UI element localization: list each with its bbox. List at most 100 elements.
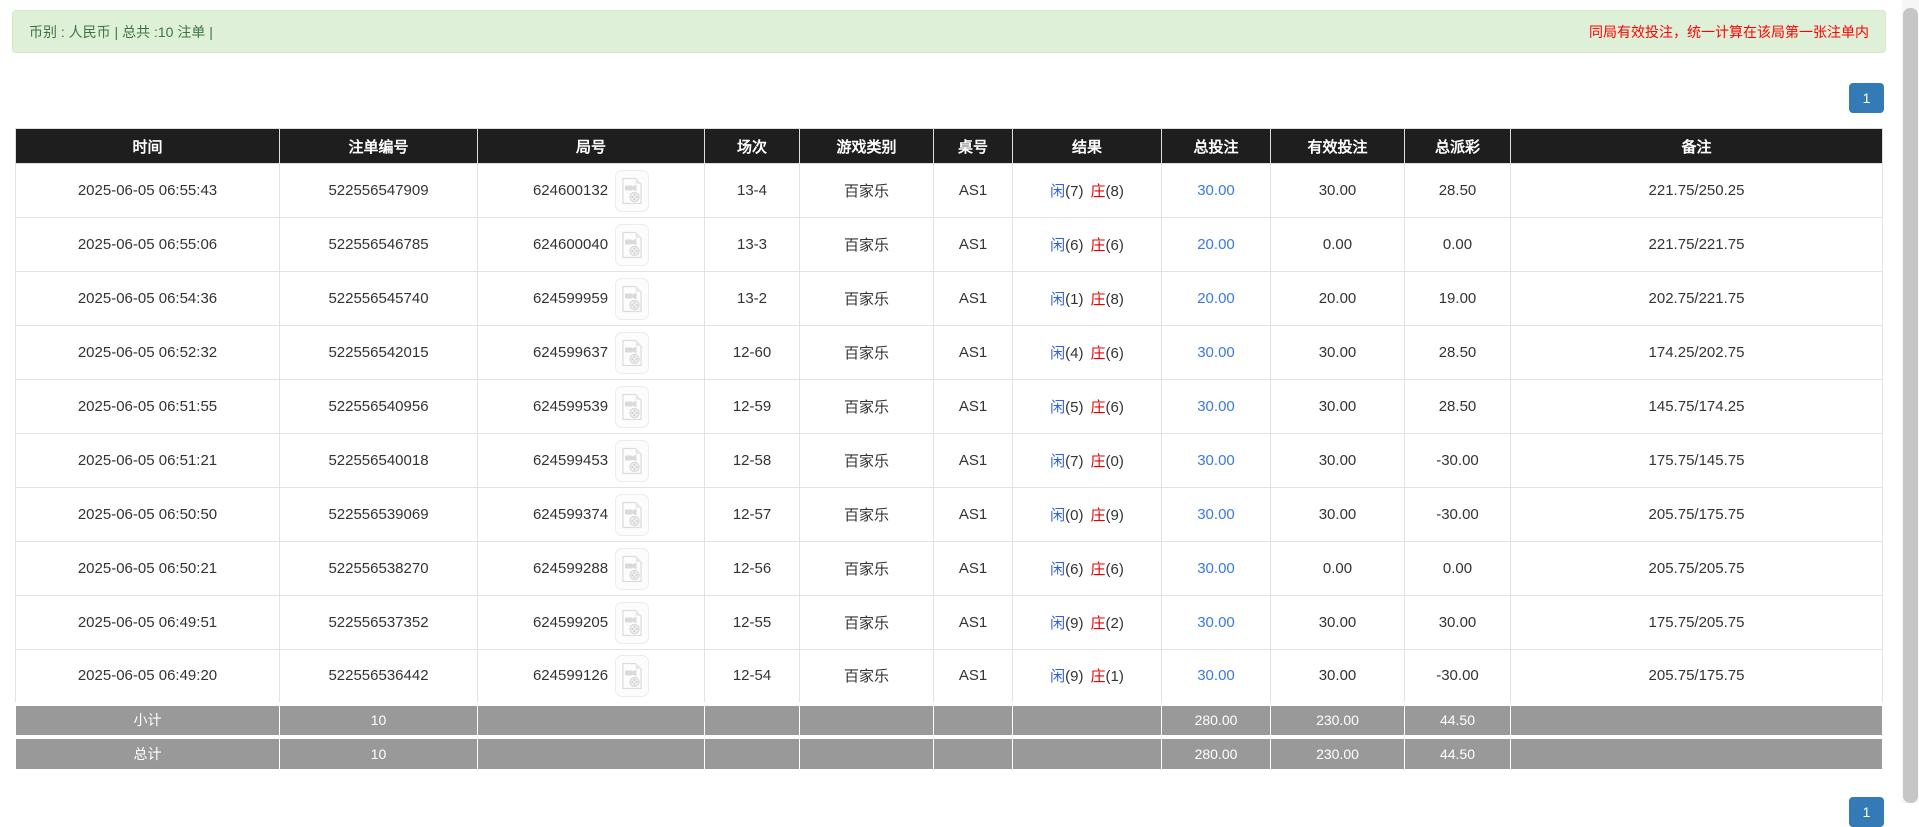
player-points: (6) bbox=[1065, 561, 1084, 578]
banker-points: (0) bbox=[1105, 453, 1124, 470]
cell-table-no: AS1 bbox=[933, 325, 1013, 380]
total-bet-link[interactable]: 30.00 bbox=[1197, 506, 1235, 523]
vertical-scrollbar[interactable] bbox=[1902, 0, 1919, 803]
video-replay-icon bbox=[622, 339, 642, 366]
cell-session: 13-4 bbox=[704, 163, 800, 218]
col-header-payout: 总派彩 bbox=[1404, 128, 1511, 164]
cell-table-no: AS1 bbox=[933, 487, 1013, 542]
cell-time: 2025-06-05 06:55:43 bbox=[15, 163, 280, 218]
video-replay-button[interactable] bbox=[615, 547, 650, 590]
video-replay-button[interactable] bbox=[615, 169, 650, 212]
video-replay-button[interactable] bbox=[615, 601, 650, 644]
video-replay-button[interactable] bbox=[615, 385, 650, 428]
total-bet-link[interactable]: 30.00 bbox=[1197, 560, 1235, 577]
cell-note: 205.75/175.75 bbox=[1510, 487, 1883, 542]
scrollbar-thumb[interactable] bbox=[1903, 8, 1918, 803]
pagination-top: 1 bbox=[15, 83, 1884, 113]
total-bet-link[interactable]: 20.00 bbox=[1197, 290, 1235, 307]
cell-payout: -30.00 bbox=[1404, 433, 1511, 488]
subtotal-valid-bet: 230.00 bbox=[1270, 701, 1405, 737]
cell-total-bet: 30.00 bbox=[1161, 541, 1271, 596]
player-label: 闲 bbox=[1050, 561, 1066, 578]
cell-table-no: AS1 bbox=[933, 649, 1013, 704]
banker-points: (8) bbox=[1105, 291, 1124, 308]
video-replay-button[interactable] bbox=[615, 223, 650, 266]
cell-bet-id: 522556537352 bbox=[279, 595, 478, 650]
subtotal-row: 小计 10 280.00 230.00 44.50 bbox=[15, 701, 1883, 737]
banker-label: 庄 bbox=[1090, 453, 1106, 470]
page-1-button[interactable]: 1 bbox=[1849, 83, 1884, 113]
player-label: 闲 bbox=[1050, 507, 1066, 524]
cell-session: 12-54 bbox=[704, 649, 800, 704]
col-header-round: 局号 bbox=[477, 128, 705, 164]
table-row: 2025-06-05 06:50:21 522556538270 6245992… bbox=[15, 541, 1883, 596]
cell-time: 2025-06-05 06:54:36 bbox=[15, 271, 280, 326]
cell-time: 2025-06-05 06:49:20 bbox=[15, 649, 280, 704]
round-number: 624599126 bbox=[532, 667, 609, 685]
cell-session: 12-60 bbox=[704, 325, 800, 380]
cell-game-type: 百家乐 bbox=[799, 487, 934, 542]
player-label: 闲 bbox=[1050, 399, 1066, 416]
table-header: 时间 注单编号 局号 场次 游戏类别 桌号 结果 总投注 有效投注 总派彩 备注 bbox=[15, 128, 1883, 164]
cell-total-bet: 20.00 bbox=[1161, 217, 1271, 272]
table-row: 2025-06-05 06:51:55 522556540956 6245995… bbox=[15, 379, 1883, 434]
cell-time: 2025-06-05 06:55:06 bbox=[15, 217, 280, 272]
cell-valid-bet: 20.00 bbox=[1270, 271, 1405, 326]
cell-total-bet: 30.00 bbox=[1161, 649, 1271, 704]
cell-note: 221.75/221.75 bbox=[1510, 217, 1883, 272]
banker-points: (1) bbox=[1105, 668, 1124, 686]
cell-bet-id: 522556539069 bbox=[279, 487, 478, 542]
cell-time: 2025-06-05 06:50:50 bbox=[15, 487, 280, 542]
cell-bet-id: 522556542015 bbox=[279, 325, 478, 380]
video-replay-button[interactable] bbox=[615, 331, 650, 374]
total-bet-link[interactable]: 30.00 bbox=[1197, 182, 1235, 199]
video-replay-icon bbox=[622, 447, 642, 474]
cell-time: 2025-06-05 06:49:51 bbox=[15, 595, 280, 650]
cell-valid-bet: 30.00 bbox=[1270, 325, 1405, 380]
video-replay-icon bbox=[622, 285, 642, 312]
video-replay-icon bbox=[622, 177, 642, 204]
cell-result: 闲(1) 庄(8) bbox=[1012, 271, 1162, 326]
cell-result: 闲(6) 庄(6) bbox=[1012, 541, 1162, 596]
cell-table-no: AS1 bbox=[933, 379, 1013, 434]
video-replay-icon bbox=[622, 555, 642, 582]
cell-result: 闲(7) 庄(8) bbox=[1012, 163, 1162, 218]
round-number: 624599539 bbox=[532, 398, 609, 415]
subtotal-count: 10 bbox=[279, 701, 478, 737]
player-points: (0) bbox=[1065, 507, 1084, 524]
cell-result: 闲(4) 庄(6) bbox=[1012, 325, 1162, 380]
banker-label: 庄 bbox=[1090, 237, 1106, 254]
video-replay-button[interactable] bbox=[615, 277, 650, 320]
banker-points: (6) bbox=[1105, 237, 1124, 254]
table-row: 2025-06-05 06:50:50 522556539069 6245993… bbox=[15, 487, 1883, 542]
cell-payout: 30.00 bbox=[1404, 595, 1511, 650]
total-bet-link[interactable]: 30.00 bbox=[1197, 614, 1235, 631]
cell-total-bet: 30.00 bbox=[1161, 595, 1271, 650]
table-row: 2025-06-05 06:52:32 522556542015 6245996… bbox=[15, 325, 1883, 380]
subtotal-total-bet: 280.00 bbox=[1161, 701, 1271, 737]
total-bet-link[interactable]: 30.00 bbox=[1197, 398, 1235, 415]
video-replay-button[interactable] bbox=[615, 654, 650, 697]
col-header-valid-bet: 有效投注 bbox=[1270, 128, 1405, 164]
page-1-button-bottom[interactable]: 1 bbox=[1849, 797, 1884, 827]
round-number: 624599205 bbox=[532, 614, 609, 631]
banker-points: (6) bbox=[1105, 561, 1124, 578]
total-payout: 44.50 bbox=[1404, 734, 1511, 770]
cell-note: 205.75/175.75 bbox=[1510, 649, 1883, 704]
cell-note: 202.75/221.75 bbox=[1510, 271, 1883, 326]
col-header-note: 备注 bbox=[1510, 128, 1883, 164]
video-replay-icon bbox=[622, 609, 642, 636]
total-bet-link[interactable]: 20.00 bbox=[1197, 236, 1235, 253]
total-bet-link[interactable]: 30.00 bbox=[1197, 667, 1235, 684]
total-bet-link[interactable]: 30.00 bbox=[1197, 344, 1235, 361]
col-header-session: 场次 bbox=[704, 128, 800, 164]
cell-payout: 28.50 bbox=[1404, 325, 1511, 380]
cell-note: 175.75/145.75 bbox=[1510, 433, 1883, 488]
video-replay-icon bbox=[622, 662, 642, 689]
banker-label: 庄 bbox=[1090, 183, 1106, 200]
video-replay-button[interactable] bbox=[615, 493, 650, 536]
cell-payout: 28.50 bbox=[1404, 163, 1511, 218]
cell-round: 624600040 bbox=[477, 217, 705, 272]
video-replay-button[interactable] bbox=[615, 439, 650, 482]
total-bet-link[interactable]: 30.00 bbox=[1197, 452, 1235, 469]
